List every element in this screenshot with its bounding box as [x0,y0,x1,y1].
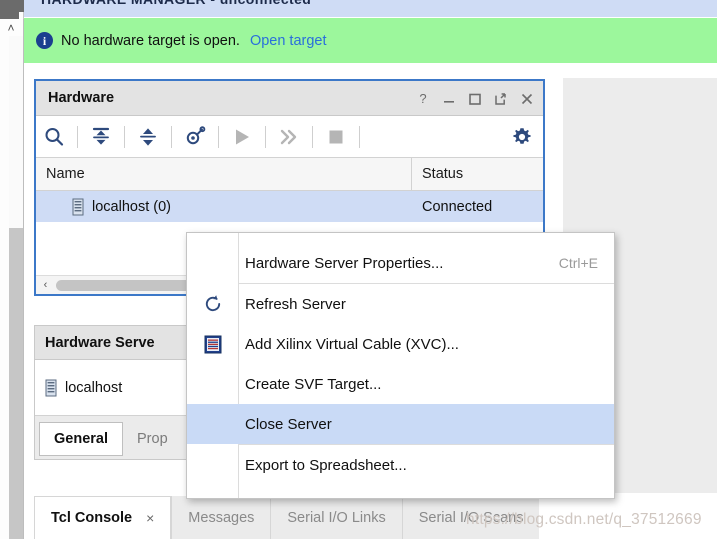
refresh-device-icon[interactable] [177,116,213,158]
left-scrollbar-thumb[interactable] [9,228,23,539]
hardware-table-header: Name Status [36,158,543,191]
hardware-panel-toolbar [36,116,543,158]
collapse-all-icon[interactable] [83,116,119,158]
table-row-name-label: localhost (0) [92,198,171,215]
toolbar-separator [312,125,313,148]
toolbar-separator [265,125,266,148]
search-icon[interactable] [36,116,72,158]
server-icon [72,198,84,215]
tab-tcl-console[interactable]: Tcl Console × [34,496,172,539]
server-icon [45,379,57,396]
menu-icon-placeholder [187,404,239,444]
hardware-panel-title: Hardware [48,90,115,106]
tab-tcl-console-label: Tcl Console [51,510,133,526]
float-button[interactable] [493,91,509,107]
tab-tcl-console-close-icon[interactable]: × [146,510,154,526]
menu-item-label: Close Server [245,415,332,433]
toolbar-separator [218,125,219,148]
hardware-panel-window-buttons: ? [415,81,535,116]
menu-icon-placeholder [187,364,239,404]
window-corner-dark [0,0,24,12]
status-banner: i No hardware target is open. Open targe… [24,18,717,63]
scroll-up-arrow-icon[interactable]: ˄ [4,22,18,34]
menu-item-label: Export to Spreadsheet... [245,456,407,474]
hscroll-left-arrow-icon[interactable]: ‹ [36,276,55,295]
hardware-server-title: Hardware Serve [45,334,155,351]
settings-gear-icon[interactable] [511,116,533,158]
minimize-button[interactable] [441,91,457,107]
toolbar-separator [171,125,172,148]
run-icon[interactable] [224,116,260,158]
column-header-name[interactable]: Name [36,158,412,190]
tab-serial-io-scans[interactable]: Serial I/O Scans [401,496,540,539]
window-title: HARDWARE MANAGER - unconnected [41,0,311,7]
bottom-tabs: Tcl Console × Messages Serial I/O Links … [34,496,540,539]
menu-item-add-xilinx-virtual-cable[interactable]: Add Xilinx Virtual Cable (XVC)... [187,324,614,364]
open-target-link[interactable]: Open target [250,33,327,49]
left-gutter: ˄ [0,0,24,539]
menu-item-hardware-server-properties[interactable]: Hardware Server Properties... Ctrl+E [187,243,614,283]
tab-messages[interactable]: Messages [171,496,271,539]
table-row-status-cell: Connected [422,198,493,215]
column-header-status[interactable]: Status [412,158,543,190]
tab-serial-io-links[interactable]: Serial I/O Links [270,496,402,539]
help-button[interactable]: ? [415,91,431,107]
gutter-divider [23,19,24,539]
menu-item-export-to-spreadsheet[interactable]: Export to Spreadsheet... [187,445,614,485]
hardware-panel-titlebar: Hardware ? [36,81,543,116]
tab-general[interactable]: General [39,422,123,456]
stop-icon[interactable] [318,116,354,158]
info-icon: i [36,32,53,49]
menu-item-label: Add Xilinx Virtual Cable (XVC)... [245,335,459,353]
xvc-icon [187,324,239,364]
hardware-server-item-label: localhost [65,379,123,396]
window-corner-dark-2 [0,12,19,19]
svg-text:?: ? [419,92,426,106]
menu-item-refresh-server[interactable]: Refresh Server [187,284,614,324]
maximize-button[interactable] [467,91,483,107]
context-menu: Hardware Server Properties... Ctrl+E Ref… [186,232,615,499]
menu-item-close-server[interactable]: Close Server [187,404,614,444]
menu-icon-placeholder [187,445,239,485]
context-menu-top-spacer [187,233,614,243]
run-immediate-icon[interactable] [271,116,307,158]
refresh-icon [187,284,239,324]
menu-item-label: Create SVF Target... [245,375,382,393]
bottom-tabstrip: Tcl Console × Messages Serial I/O Links … [24,493,717,539]
menu-item-create-svf-target[interactable]: Create SVF Target... [187,364,614,404]
table-row-name-cell[interactable]: localhost (0) [36,191,412,222]
menu-item-accelerator: Ctrl+E [558,255,598,271]
app-root: ˄ HARDWARE MANAGER - unconnected i No ha… [0,0,717,539]
toolbar-separator [359,125,360,148]
menu-icon-placeholder [187,243,239,283]
menu-item-label: Refresh Server [245,295,346,313]
toolbar-separator [124,125,125,148]
tab-properties[interactable]: Prop [123,422,182,456]
expand-all-icon[interactable] [130,116,166,158]
close-button[interactable] [519,91,535,107]
window-title-strip: HARDWARE MANAGER - unconnected [24,0,717,17]
toolbar-separator [77,125,78,148]
table-row[interactable]: localhost (0) Connected [36,191,543,222]
menu-item-label: Hardware Server Properties... [245,254,444,272]
banner-message: No hardware target is open. [61,32,240,49]
